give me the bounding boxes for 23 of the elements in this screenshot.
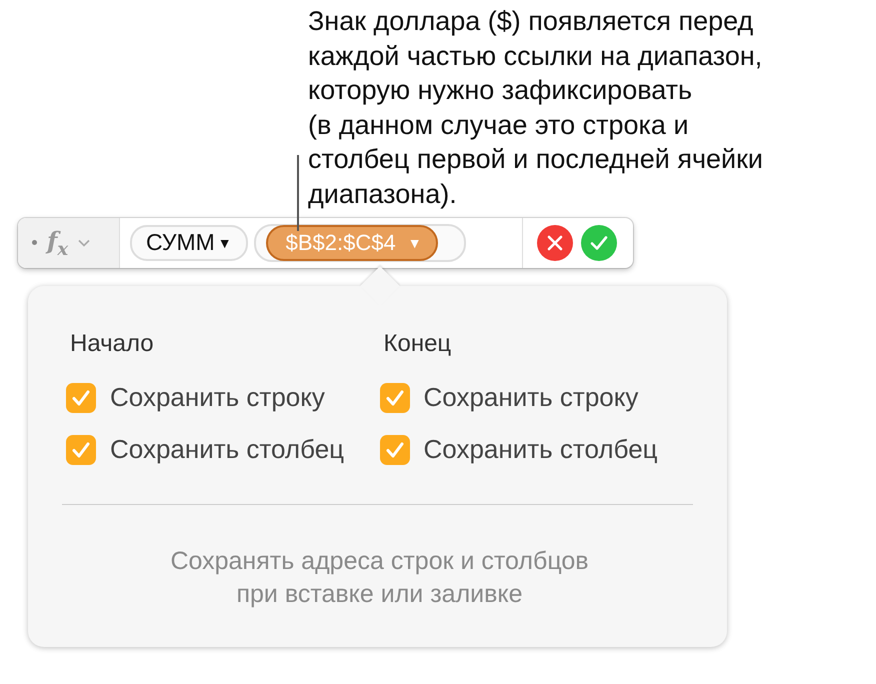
- checkmark-icon: [71, 440, 91, 459]
- checkbox-label[interactable]: Сохранить столбец: [110, 434, 344, 466]
- checkbox[interactable]: [380, 382, 410, 413]
- checkmark-icon: [384, 388, 404, 407]
- checkbox[interactable]: [66, 382, 96, 413]
- dot-icon: [32, 240, 37, 246]
- checkbox-label[interactable]: Сохранить строку: [110, 382, 325, 414]
- checkmark-icon: [71, 388, 91, 407]
- close-icon: [547, 234, 563, 251]
- checkbox-label[interactable]: Сохранить столбец: [424, 434, 658, 466]
- cancel-button[interactable]: [537, 224, 573, 261]
- checkmark-icon: [384, 440, 404, 459]
- section-heading: Начало: [70, 330, 155, 358]
- footer-text: Сохранять адреса строк и столбцов при вставке или заливке: [169, 546, 590, 610]
- callout-text: Знак доллара ($) появляется перед каждой частью ссылки на диапазон, которую нужно зафиксировать (в данном случае это строка и столбец первой и последней ячейки диапазона).: [308, 5, 764, 211]
- accept-button[interactable]: [581, 224, 617, 261]
- checkbox[interactable]: [380, 434, 410, 465]
- function-token[interactable]: СУММ▼: [130, 224, 248, 261]
- checkbox-label[interactable]: Сохранить строку: [424, 382, 638, 414]
- section-heading: Конец: [384, 330, 452, 358]
- checkbox[interactable]: [66, 434, 96, 465]
- chevron-icon[interactable]: [78, 238, 90, 247]
- checkmark-icon: [590, 234, 608, 251]
